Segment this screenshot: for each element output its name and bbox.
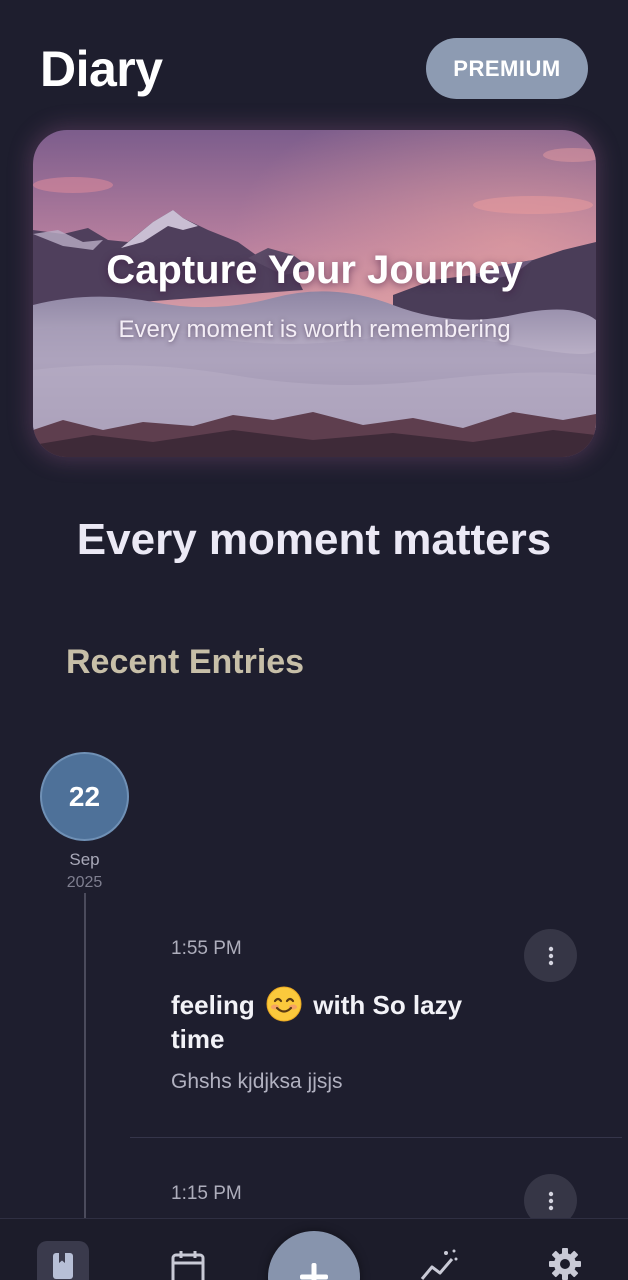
mountain-landscape-image [33,130,596,457]
nav-journal[interactable] [37,1241,89,1280]
entry-more-button[interactable] [524,929,577,982]
add-icon [300,1263,328,1280]
timeline-line [84,893,86,1223]
entry-time: 1:15 PM [171,1183,242,1204]
entry-title-prefix: feeling [171,990,255,1020]
nav-settings[interactable] [547,1246,583,1280]
hero-subtitle: Every moment is worth remembering [118,316,511,343]
gear-icon [549,1248,581,1280]
entry-time: 1:55 PM [171,938,242,959]
recent-entries-title: Recent Entries [66,643,305,681]
hero-title: Capture Your Journey [106,248,523,292]
smiling-face-emoji-icon [266,986,302,1022]
diary-screen: Diary PREMIUM Capture Your Journey Every… [0,0,628,1280]
date-day-badge: 22 [40,752,129,841]
more-vertical-icon [548,1191,553,1210]
nav-insights[interactable] [420,1247,460,1280]
insights-icon [420,1249,458,1280]
hero-banner[interactable]: Capture Your Journey Every moment is wor… [33,130,596,457]
journal-icon [53,1253,73,1279]
nav-calendar[interactable] [170,1249,206,1280]
date-year: 2025 [66,874,103,891]
entry-body: Ghshs kjdjksa jjsjs [171,1070,343,1093]
date-month: Sep [69,850,100,869]
premium-button[interactable]: PREMIUM [426,38,588,99]
more-vertical-icon [548,946,553,965]
entry-title: feeling with So lazy time [171,986,491,1056]
app-title: Diary [40,41,163,97]
tagline: Every moment matters [76,515,552,564]
calendar-icon [171,1251,205,1280]
entry-divider [130,1137,622,1138]
